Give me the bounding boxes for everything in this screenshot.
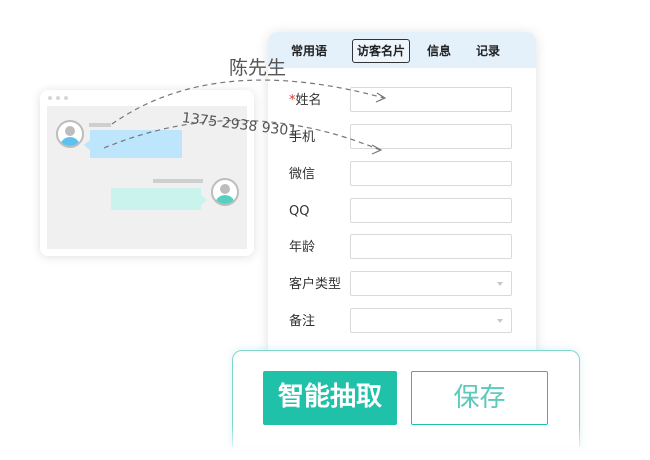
visitor-message-bubble <box>84 130 182 158</box>
tab-visitor-card[interactable]: 访客名片 <box>352 39 410 63</box>
customer-type-label: 客户类型 <box>289 277 342 292</box>
name-input[interactable] <box>350 87 512 112</box>
wechat-label: 微信 <box>289 167 316 182</box>
tab-records[interactable]: 记录 <box>472 40 504 62</box>
save-button[interactable]: 保存 <box>411 371 548 425</box>
window-dots <box>48 96 68 100</box>
smart-extract-button[interactable]: 智能抽取 <box>263 371 397 425</box>
bottom-fade <box>232 425 580 460</box>
visitor-name-placeholder <box>89 123 111 127</box>
notes-label: 备注 <box>289 314 316 329</box>
chevron-down-icon <box>497 282 503 286</box>
name-label: *姓名 <box>289 93 322 108</box>
notes-select[interactable] <box>350 308 512 333</box>
qq-label: QQ <box>289 204 310 219</box>
extracted-name-text: 陈先生 <box>229 57 287 79</box>
age-input[interactable] <box>350 234 512 259</box>
agent-avatar-icon <box>211 178 239 206</box>
visitor-card-panel: 常用语 访客名片 信息 记录 *姓名 手机 微信 QQ 年龄 客户类型 备注 <box>268 32 536 362</box>
chevron-down-icon <box>497 319 503 323</box>
customer-type-select[interactable] <box>350 271 512 296</box>
agent-message-bubble <box>111 188 207 210</box>
agent-name-placeholder <box>153 179 203 183</box>
age-label: 年龄 <box>289 240 316 255</box>
visitor-avatar-icon <box>56 120 84 148</box>
qq-input[interactable] <box>350 198 512 223</box>
phone-input[interactable] <box>350 124 512 149</box>
wechat-input[interactable] <box>350 161 512 186</box>
tab-bar: 常用语 访客名片 信息 记录 <box>268 32 536 68</box>
tab-common-phrases[interactable]: 常用语 <box>282 40 336 62</box>
tab-info[interactable]: 信息 <box>423 40 455 62</box>
